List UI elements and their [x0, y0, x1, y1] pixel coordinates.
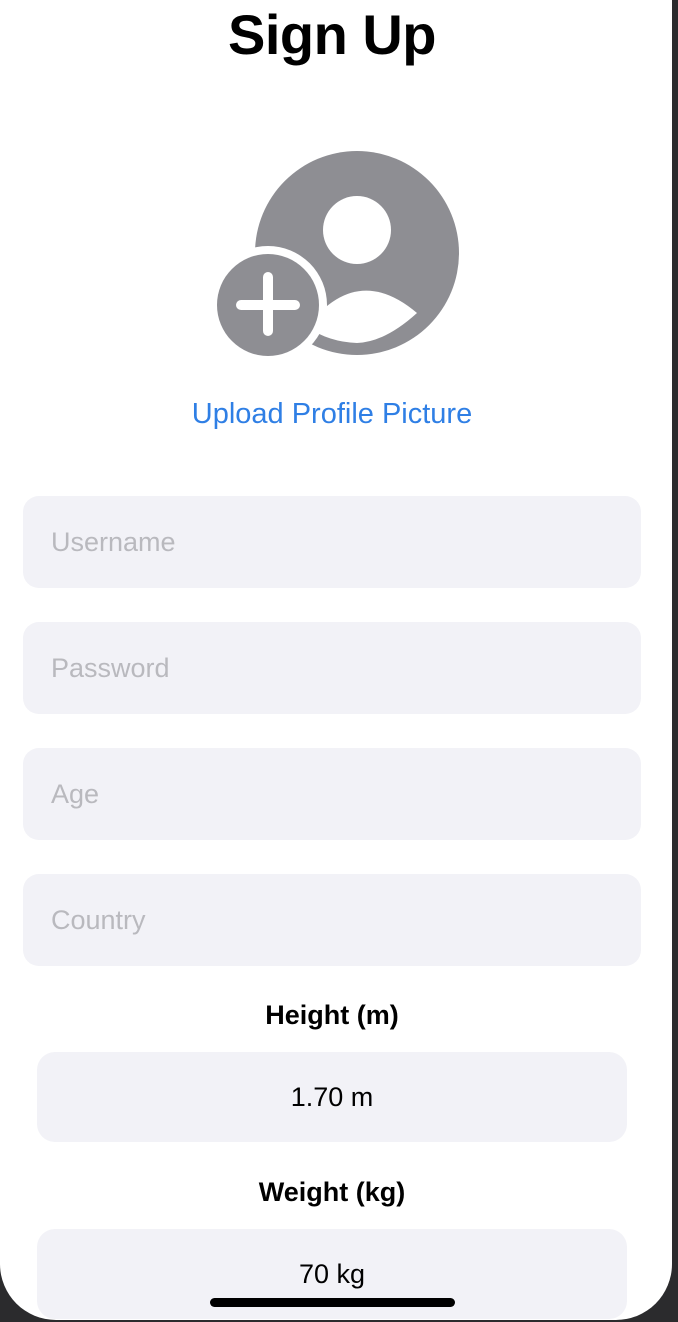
- age-field[interactable]: Age: [23, 748, 641, 840]
- password-placeholder: Password: [51, 652, 170, 683]
- upload-profile-picture-link[interactable]: Upload Profile Picture: [0, 398, 664, 431]
- username-placeholder: Username: [51, 526, 176, 557]
- profile-picture-button[interactable]: [215, 150, 461, 356]
- height-picker[interactable]: 1.70 m: [37, 1052, 627, 1142]
- country-field[interactable]: Country: [23, 874, 641, 966]
- device-frame: Sign Up Upload Profile Picture Username …: [0, 0, 678, 1322]
- weight-label: Weight (kg): [258, 1177, 406, 1207]
- password-field[interactable]: Password: [23, 622, 641, 714]
- sign-up-screen: Sign Up Upload Profile Picture Username …: [0, 0, 672, 1320]
- home-indicator[interactable]: [210, 1298, 455, 1307]
- username-field[interactable]: Username: [23, 496, 641, 588]
- height-value: 1.70 m: [290, 1081, 374, 1112]
- country-placeholder: Country: [51, 904, 146, 935]
- height-label: Height (m): [265, 1000, 399, 1030]
- page-title: Sign Up: [227, 3, 437, 66]
- person-add-icon: [217, 151, 459, 356]
- age-placeholder: Age: [51, 778, 100, 809]
- weight-value: 70 kg: [298, 1258, 366, 1289]
